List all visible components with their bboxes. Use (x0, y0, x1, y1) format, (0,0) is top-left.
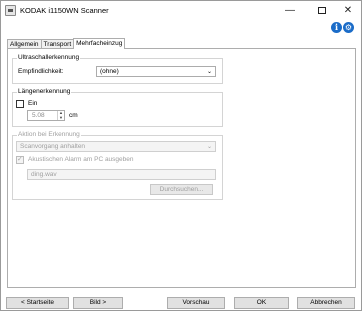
sensitivity-value: (ohne) (100, 68, 119, 75)
window-title: KODAK i1150WN Scanner (20, 6, 109, 15)
home-button[interactable]: < Startseite (6, 297, 69, 309)
alarm-label: Akustischen Alarm am PC ausgeben (28, 156, 134, 163)
stepper-arrows[interactable]: ▲ ▼ (57, 111, 64, 120)
minimize-icon: — (285, 4, 295, 16)
cancel-button[interactable]: Abbrechen (297, 297, 355, 309)
tab-mehrfacheinzug[interactable]: Mehrfacheinzug (73, 38, 126, 49)
close-icon: ✕ (343, 4, 353, 16)
maximize-icon (318, 6, 326, 14)
scanner-app-icon (5, 5, 16, 16)
sound-file-value: ding.wav (31, 171, 57, 178)
image-button[interactable]: Bild > (73, 297, 123, 309)
preview-button[interactable]: Vorschau (167, 297, 225, 309)
sound-file-field[interactable]: ding.wav (27, 169, 216, 180)
chevron-down-icon: ⌄ (206, 69, 212, 75)
tab-panel: Ultraschallerkennung Empfindlichkeit: (o… (7, 48, 356, 288)
maximize-button[interactable] (309, 1, 335, 19)
length-value: 5.08 (32, 112, 45, 119)
info-help-icon[interactable]: i (331, 22, 342, 33)
chevron-down-icon: ⌄ (206, 144, 212, 150)
arrow-down-icon[interactable]: ▼ (58, 115, 64, 121)
alarm-checkbox[interactable] (16, 155, 24, 164)
browse-button[interactable]: Durchsuchen... (150, 184, 213, 195)
scanner-window: KODAK i1150WN Scanner — ✕ i ⚙ Allgemein … (0, 0, 362, 311)
ultrasonic-group-title: Ultraschallerkennung (17, 54, 81, 61)
length-stepper[interactable]: 5.08 ▲ ▼ (27, 110, 65, 121)
title-bar: KODAK i1150WN Scanner — ✕ (1, 1, 361, 21)
sensitivity-select[interactable]: (ohne) ⌄ (96, 66, 216, 77)
length-group-title: Längenerkennung (17, 88, 72, 95)
length-unit-label: cm (69, 112, 78, 119)
settings-gear-icon[interactable]: ⚙ (343, 22, 354, 33)
minimize-button[interactable]: — (277, 1, 303, 19)
action-value: Scanvorgang anhalten (20, 143, 86, 150)
ok-button[interactable]: OK (234, 297, 289, 309)
action-group-title: Aktion bei Erkennung (17, 131, 81, 138)
action-select[interactable]: Scanvorgang anhalten ⌄ (16, 141, 216, 152)
length-enable-label: Ein (28, 100, 38, 107)
sensitivity-label: Empfindlichkeit: (18, 68, 64, 75)
length-enable-checkbox[interactable] (16, 100, 24, 108)
close-button[interactable]: ✕ (335, 1, 361, 19)
